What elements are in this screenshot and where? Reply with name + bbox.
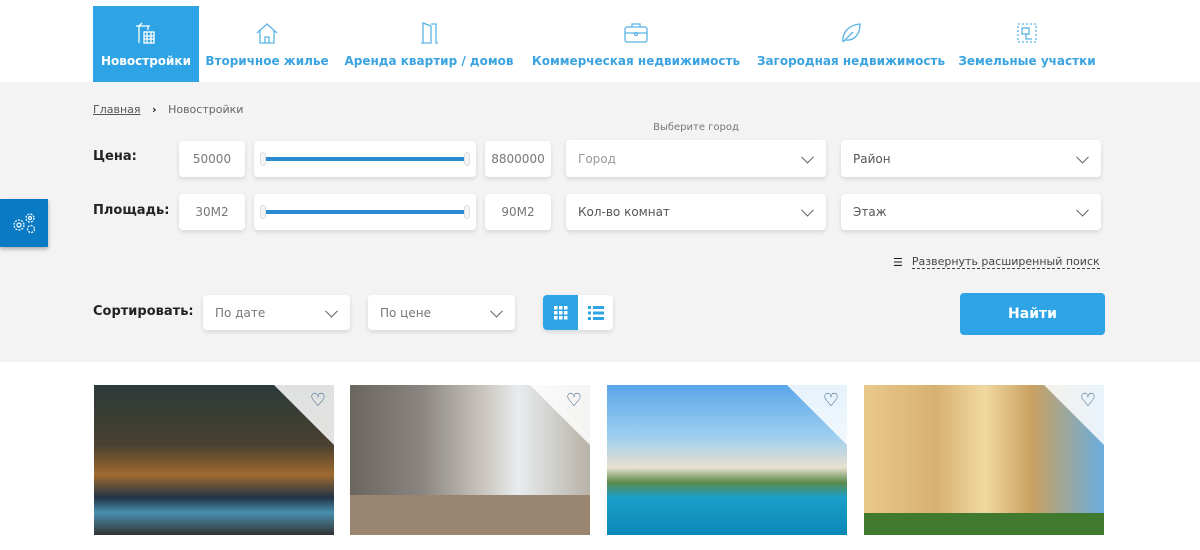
city-select[interactable]: Город (566, 140, 826, 177)
breadcrumb-current: Новостройки (168, 103, 244, 116)
advanced-search-link[interactable]: ☰ Развернуть расширенный поиск (893, 255, 1100, 269)
tab-label: Вторичное жилье (205, 54, 329, 68)
price-max-input[interactable]: 8800000 (485, 141, 551, 177)
sort-label: Сортировать: (93, 304, 194, 319)
tab-zagorodnaya[interactable]: Загородная недвижимость (749, 6, 953, 82)
listing-card[interactable]: ♡ (864, 385, 1104, 535)
select-value: Район (853, 151, 891, 166)
door-icon (421, 22, 438, 44)
select-value: Этаж (853, 205, 887, 219)
listing-card[interactable]: ♡ (350, 385, 590, 535)
price-min-input[interactable]: 50000 (179, 141, 245, 177)
favorite-heart-icon[interactable]: ♡ (823, 390, 839, 411)
crane-building-icon (136, 22, 155, 44)
breadcrumb: Главная › Новостройки (93, 103, 243, 116)
chevron-down-icon (1076, 150, 1089, 164)
select-value: Кол-во комнат (578, 205, 670, 219)
floor-select[interactable]: Этаж (841, 194, 1101, 230)
tab-label: Загородная недвижимость (756, 54, 946, 68)
tab-arenda[interactable]: Аренда квартир / домов (335, 6, 523, 82)
chevron-down-icon (801, 150, 814, 164)
view-toggle (543, 295, 613, 330)
gears-icon (13, 213, 36, 234)
list-icon: ☰ (893, 255, 903, 269)
list-view-button[interactable] (578, 295, 613, 330)
breadcrumb-home-link[interactable]: Главная (93, 103, 141, 116)
chevron-down-icon (490, 304, 503, 318)
favorite-heart-icon[interactable]: ♡ (310, 390, 326, 411)
tab-zemelnye[interactable]: Земельные участки (953, 6, 1101, 82)
leaf-icon (842, 23, 861, 43)
listing-card[interactable]: ♡ (607, 385, 847, 535)
chevron-down-icon (325, 304, 338, 318)
tab-label: Аренда квартир / домов (344, 54, 514, 68)
city-hint: Выберите город (653, 122, 739, 133)
advanced-search-label: Развернуть расширенный поиск (911, 255, 1100, 269)
rooms-select[interactable]: Кол-во комнат (566, 194, 826, 230)
price-slider[interactable] (254, 141, 476, 177)
favorite-heart-icon[interactable]: ♡ (1080, 390, 1096, 411)
listing-card[interactable]: ♡ (94, 385, 334, 535)
category-nav: Новостройки Вторичное жилье Аренда кварт… (93, 6, 1101, 82)
chevron-right-icon: › (152, 103, 157, 116)
tab-label: Коммерческая недвижимость (531, 54, 741, 68)
district-select[interactable]: Район (841, 140, 1101, 177)
area-label: Площадь: (93, 203, 170, 218)
tab-label: Новостройки (101, 54, 191, 68)
favorite-heart-icon[interactable]: ♡ (566, 390, 582, 411)
area-min-input[interactable]: 30М2 (179, 194, 245, 230)
house-icon (256, 23, 278, 44)
tab-kommercheskaya[interactable]: Коммерческая недвижимость (523, 6, 749, 82)
select-value: По цене (380, 305, 431, 320)
price-label: Цена: (93, 149, 137, 164)
sort-date-select[interactable]: По дате (203, 295, 350, 330)
settings-button[interactable] (0, 199, 48, 247)
chevron-down-icon (801, 203, 814, 217)
area-max-input[interactable]: 90М2 (485, 194, 551, 230)
select-value: По дате (215, 305, 266, 320)
select-value: Город (578, 151, 616, 166)
land-plot-icon (1017, 23, 1037, 43)
grid-icon (553, 305, 567, 319)
tab-novostroyki[interactable]: Новостройки (93, 6, 199, 82)
tab-label: Земельные участки (958, 54, 1096, 68)
chevron-down-icon (1076, 203, 1089, 217)
tab-vtorichnoe[interactable]: Вторичное жилье (199, 6, 335, 82)
area-slider[interactable] (254, 194, 476, 230)
find-button[interactable]: Найти (960, 293, 1105, 335)
briefcase-icon (624, 23, 648, 43)
sort-price-select[interactable]: По цене (368, 295, 515, 330)
list-icon (587, 305, 604, 320)
grid-view-button[interactable] (543, 295, 578, 330)
